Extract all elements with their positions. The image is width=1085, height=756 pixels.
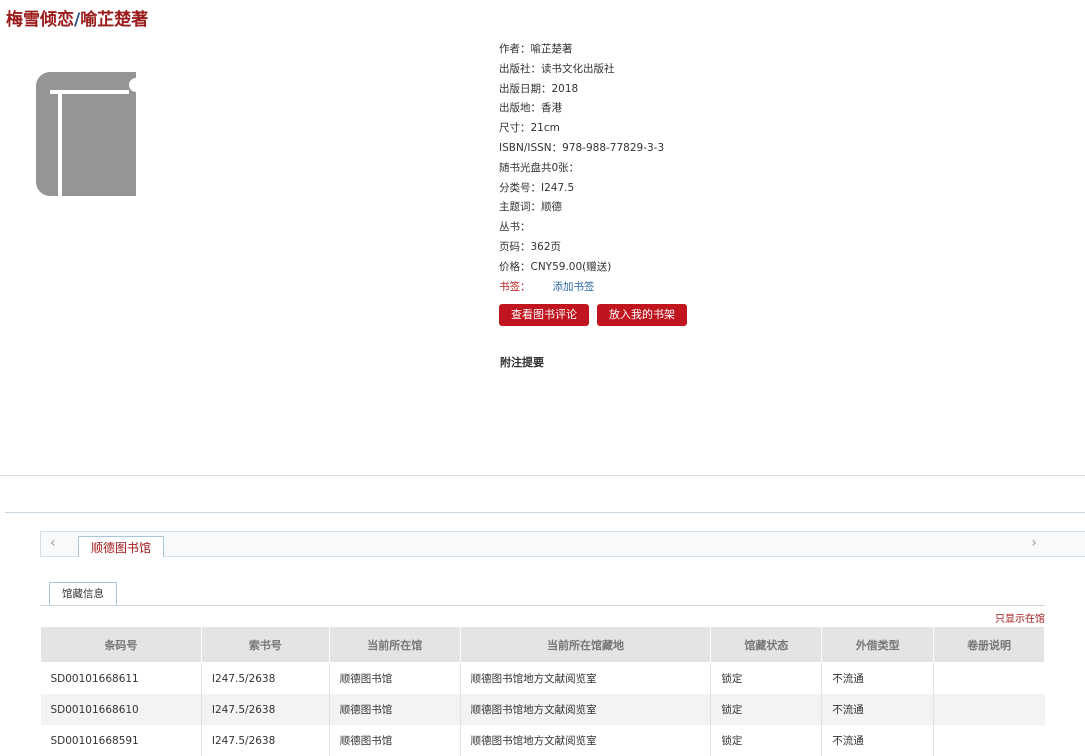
cell-location: 顺德图书馆地方文献阅览室 [459,662,711,694]
info-cd: 随书光盘共0张： [499,161,580,174]
cell-loan-type: 不流通 [821,725,934,756]
tab-shunde-library[interactable]: 顺德图书馆 [78,536,165,558]
table-row: SD00101668610 I247.5/2638 顺德图书馆 顺德图书馆地方文… [40,694,1045,725]
cell-call-number: I247.5/2638 [200,725,330,756]
divider [0,475,1085,476]
abstract-heading: 附注提要 [500,356,544,369]
add-bookmark-link[interactable]: 添加书签 [553,281,595,293]
bookmark-row: 书签： 添加书签 [499,278,664,298]
cell-call-number: I247.5/2638 [200,662,330,694]
header-status[interactable]: 馆藏状态 [710,626,823,663]
info-pages: 页码：362页 [499,240,562,253]
info-pub-place: 出版地：香港 [499,102,562,115]
cell-status: 锁定 [710,725,822,756]
cell-loan-type: 不流通 [821,694,934,725]
cell-volume-note [933,662,1045,694]
header-library[interactable]: 当前所在馆 [328,626,461,663]
cell-location: 顺德图书馆地方文献阅览室 [459,694,711,725]
divider [40,605,1045,606]
book-title: 梅雪倾恋/喻芷楚著 [6,5,148,30]
book-title-main: 梅雪倾恋 [6,10,74,30]
info-size: 尺寸：21cm [499,122,560,135]
info-price: 价格：CNY59.00(赠送) [499,260,612,273]
header-barcode[interactable]: 条码号 [40,626,202,663]
holdings-panel: 馆藏信息 只显示在馆 条码号 索书号 当前所在馆 当前所在馆藏地 馆藏状态 外借… [40,557,1045,756]
add-to-shelf-button[interactable]: 放入我的书架 [597,304,687,326]
info-isbn: ISBN/ISSN：978-988-77829-3-3 [499,141,665,154]
cell-library: 顺德图书馆 [328,725,461,756]
divider [5,512,1085,513]
chevron-right-icon[interactable]: › [1031,535,1037,551]
table-header-row: 条码号 索书号 当前所在馆 当前所在馆藏地 馆藏状态 外借类型 卷册说明 [40,626,1045,663]
chevron-left-icon[interactable]: ‹ [50,535,56,551]
table-row: SD00101668611 I247.5/2638 顺德图书馆 顺德图书馆地方文… [41,662,1045,694]
cell-barcode: SD00101668610 [40,694,202,725]
bookmark-label: 书签： [499,280,531,293]
book-title-author: 喻芷楚著 [80,10,149,30]
header-call-number[interactable]: 索书号 [200,626,330,663]
library-tab-bar: ‹ 顺德图书馆 › [40,531,1085,558]
cell-barcode: SD00101668611 [50,672,139,685]
table-row: SD00101668591 I247.5/2638 顺德图书馆 顺德图书馆地方文… [41,725,1045,756]
tab-holdings-info[interactable]: 馆藏信息 [49,582,117,605]
header-location[interactable]: 当前所在馆藏地 [459,626,712,663]
info-publisher: 出版社：读书文化出版社 [499,62,615,75]
cell-call-number: I247.5/2638 [200,694,330,725]
cell-volume-note [933,725,1045,756]
holdings-table: 条码号 索书号 当前所在馆 当前所在馆藏地 馆藏状态 外借类型 卷册说明 SD0… [40,626,1045,756]
book-icon [36,72,136,196]
cell-status: 锁定 [710,694,822,725]
book-info: 作者：喻芷楚著 出版社：读书文化出版社 出版日期：2018 出版地：香港 尺寸：… [499,40,664,297]
cell-library: 顺德图书馆 [328,662,461,694]
cell-volume-note [933,694,1045,725]
info-class-number: 分类号：I247.5 [499,181,575,194]
cell-status: 锁定 [710,662,822,694]
cell-loan-type: 不流通 [821,662,934,694]
view-reviews-button[interactable]: 查看图书评论 [499,304,589,326]
info-series: 丛书： [499,221,531,234]
cell-library: 顺德图书馆 [328,694,461,725]
info-author: 作者：喻芷楚著 [499,43,573,55]
header-volume-note[interactable]: 卷册说明 [933,626,1045,663]
header-loan-type[interactable]: 外借类型 [821,626,935,663]
info-pub-date: 出版日期：2018 [499,82,579,95]
only-in-library-link[interactable]: 只显示在馆 [995,610,1045,625]
cell-barcode: SD00101668591 [50,734,139,747]
cell-location: 顺德图书馆地方文献阅览室 [459,725,711,756]
info-subject: 主题词：顺德 [499,201,562,214]
